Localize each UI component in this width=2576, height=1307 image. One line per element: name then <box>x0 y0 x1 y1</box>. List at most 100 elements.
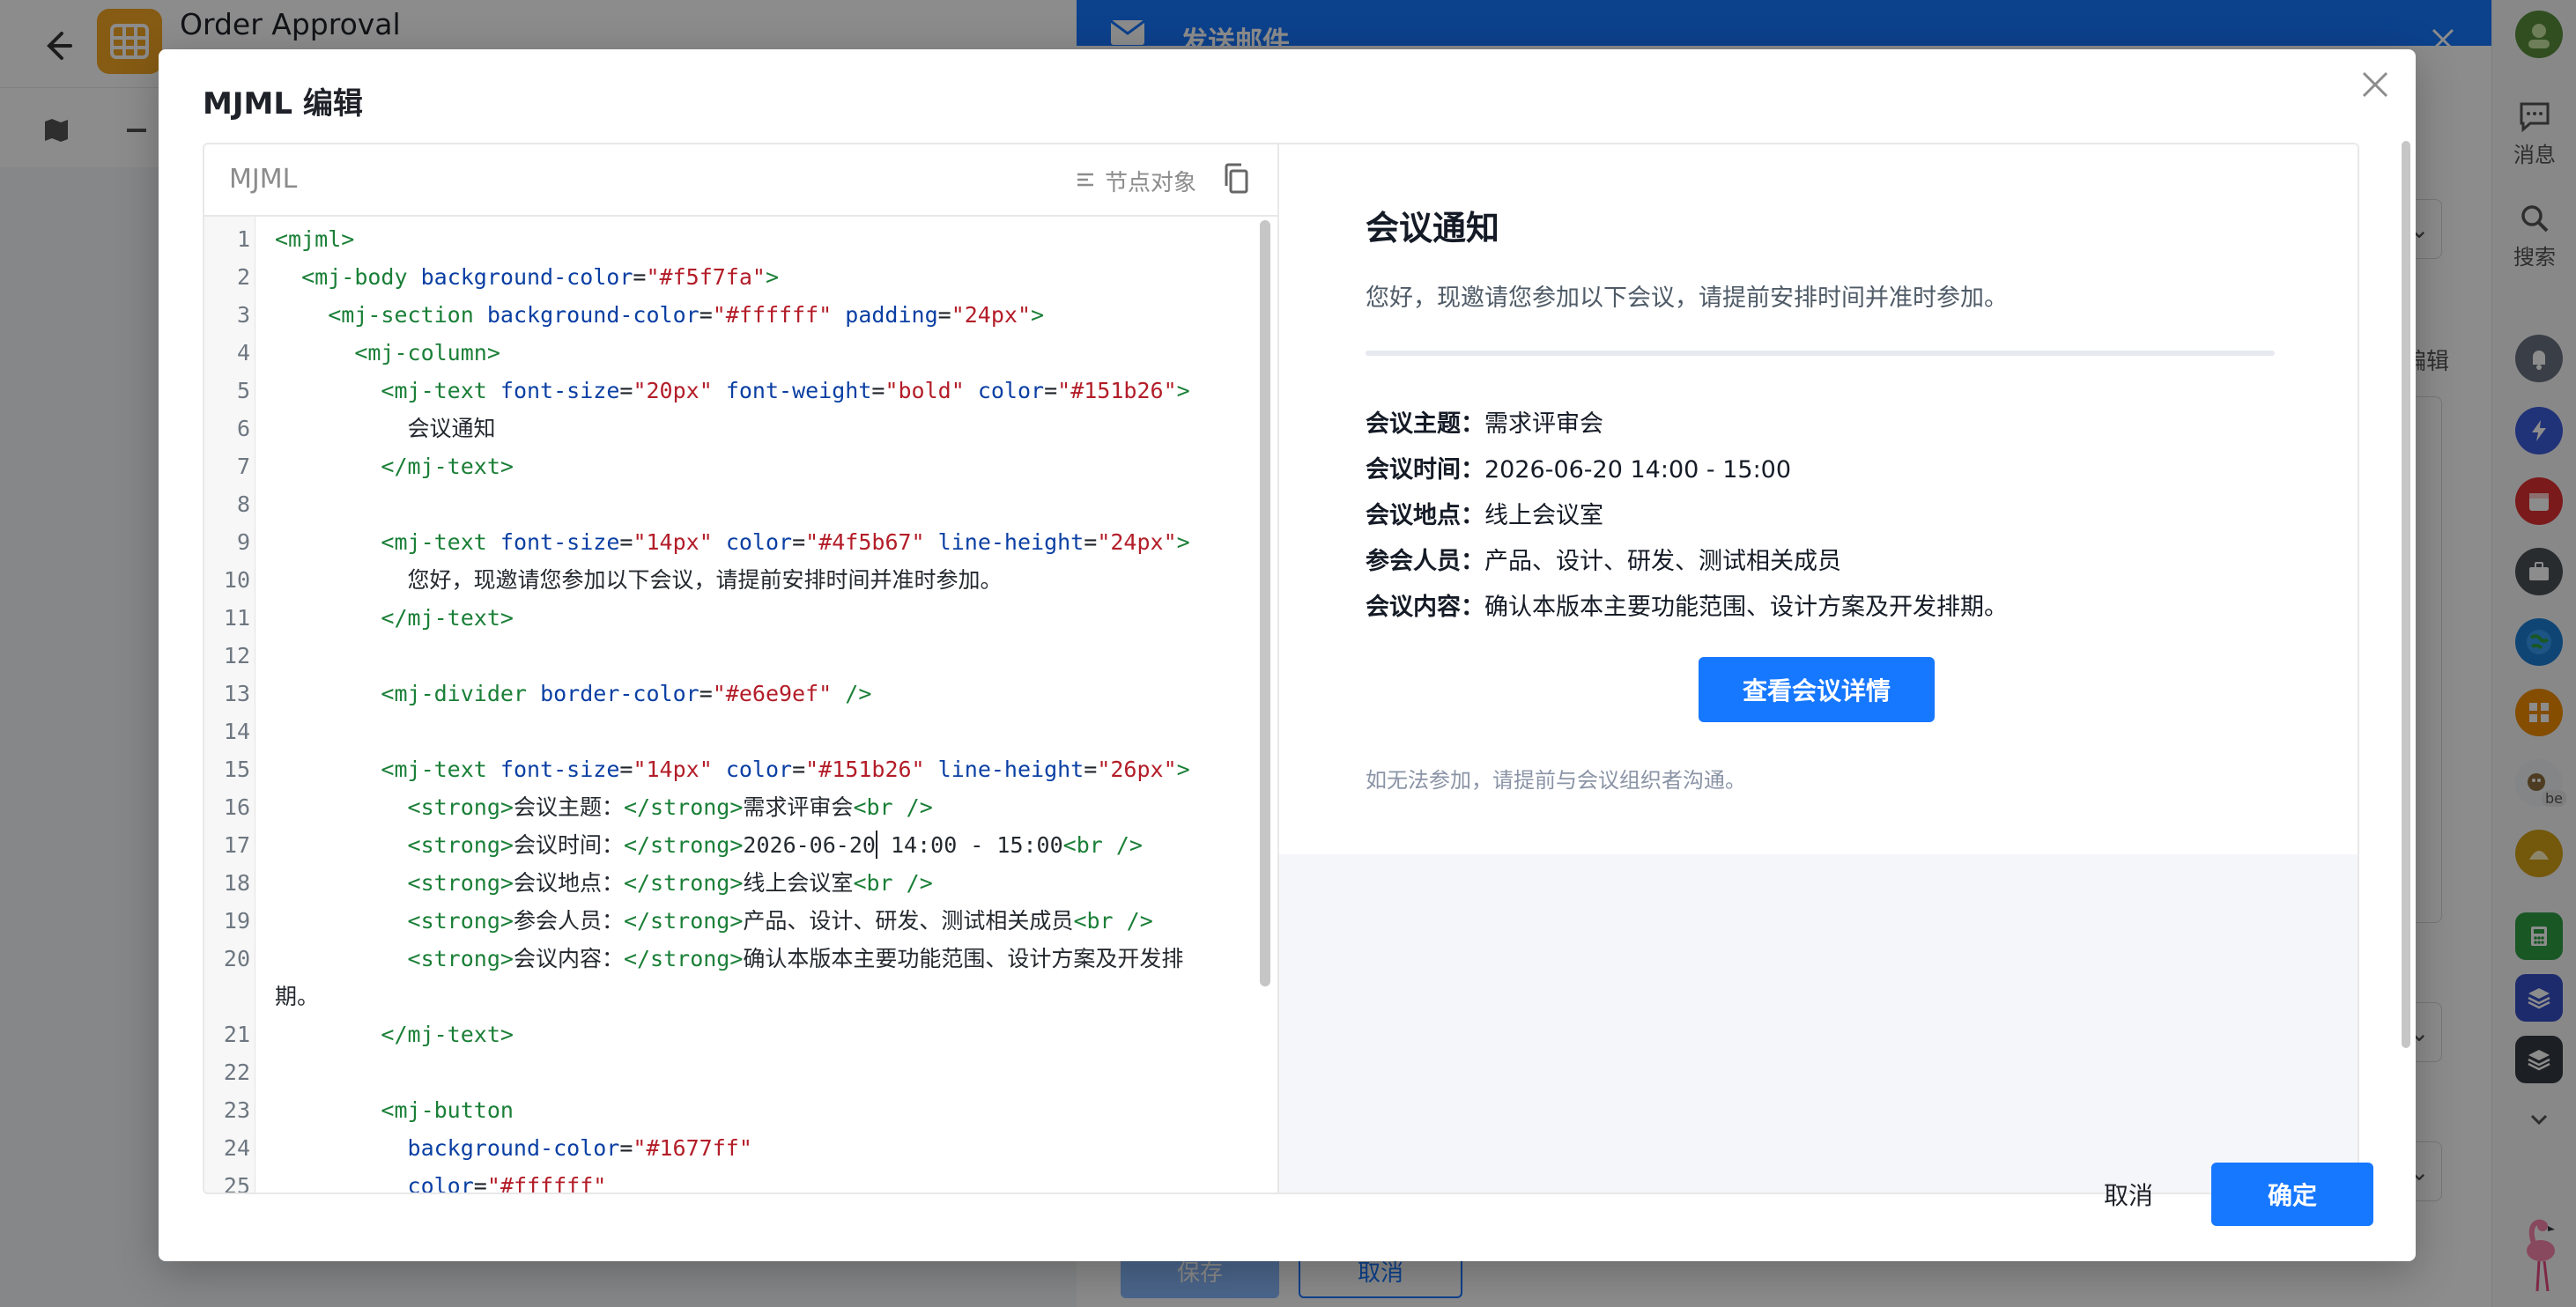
code-line[interactable]: 9 <mj-text font-size="14px" color="#4f5b… <box>204 525 1253 560</box>
preview-divider <box>1366 351 2275 356</box>
code-line[interactable]: 4 <mj-column> <box>204 336 1253 371</box>
preview-note: 如无法参加，请提前与会议组织者沟通。 <box>1366 768 1746 793</box>
detail-label: 会议地点： <box>1366 502 1484 529</box>
line-number: 14 <box>223 719 250 744</box>
code-text: <strong>会议内容：</strong>确认本版本主要功能范围、设计方案及开… <box>407 946 1184 971</box>
code-line[interactable]: 23 <mj-button <box>204 1093 1253 1128</box>
code-line[interactable]: 24 background-color="#1677ff" <box>204 1131 1253 1166</box>
code-line[interactable]: 13 <mj-divider border-color="#e6e9ef" /> <box>204 676 1253 712</box>
line-number: 17 <box>223 832 250 858</box>
code-text: <mj-button <box>381 1097 514 1123</box>
code-line[interactable]: 15 <mj-text font-size="14px" color="#151… <box>204 752 1253 787</box>
code-line[interactable]: 期。 <box>204 979 1253 1015</box>
line-number: 25 <box>223 1173 250 1194</box>
line-number: 16 <box>223 794 250 820</box>
line-number: 1 <box>236 226 250 252</box>
modal-title: MJML 编辑 <box>203 86 363 122</box>
preview-intro: 您好，现邀请您参加以下会议，请提前安排时间并准时参加。 <box>1366 284 2008 312</box>
code-line[interactable]: 3 <mj-section background-color="#ffffff"… <box>204 298 1253 333</box>
preview-title: 会议通知 <box>1366 209 1500 247</box>
line-number: 18 <box>223 870 250 896</box>
view-meeting-details-button[interactable]: 查看会议详情 <box>1699 657 1935 722</box>
detail-value: 线上会议室 <box>1484 502 1603 529</box>
code-text: </mj-text> <box>381 454 514 479</box>
preview-detail-row: 会议内容：确认本版本主要功能范围、设计方案及开发排期。 <box>1366 585 2008 631</box>
code-line[interactable]: 10 您好，现邀请您参加以下会议，请提前安排时间并准时参加。 <box>204 563 1253 598</box>
detail-value: 产品、设计、研发、测试相关成员 <box>1484 548 1841 575</box>
preview-detail-row: 会议时间：2026-06-20 14:00 - 15:00 <box>1366 447 1791 493</box>
code-line[interactable]: 19 <strong>参会人员：</strong>产品、设计、研发、测试相关成员… <box>204 904 1253 939</box>
code-line[interactable]: 22 <box>204 1055 1253 1090</box>
code-line[interactable]: 20 <strong>会议内容：</strong>确认本版本主要功能范围、设计方… <box>204 941 1253 977</box>
node-object-button[interactable]: 节点对象 <box>1075 164 1196 197</box>
code-text: <mj-text font-size="14px" color="#151b26… <box>381 757 1190 782</box>
code-line[interactable]: 25 color="#ffffff" <box>204 1169 1253 1194</box>
code-scrollbar[interactable] <box>1260 220 1270 986</box>
list-icon <box>1075 170 1096 191</box>
code-text: 会议通知 <box>407 416 496 441</box>
code-line[interactable]: 12 <box>204 639 1253 674</box>
confirm-button[interactable]: 确定 <box>2211 1163 2373 1226</box>
detail-value: 确认本版本主要功能范围、设计方案及开发排期。 <box>1484 594 2008 621</box>
code-line[interactable]: 21 </mj-text> <box>204 1017 1253 1052</box>
line-number: 5 <box>236 378 250 403</box>
line-number: 2 <box>236 264 250 290</box>
preview-detail-row: 会议地点：线上会议室 <box>1366 493 1603 539</box>
line-number: 4 <box>236 340 250 366</box>
code-text: <mj-divider border-color="#e6e9ef" /> <box>381 681 872 706</box>
line-number: 7 <box>236 454 250 479</box>
preview-card: 会议通知 您好，现邀请您参加以下会议，请提前安排时间并准时参加。 会议主题：需求… <box>1279 144 2358 854</box>
email-preview: 会议通知 您好，现邀请您参加以下会议，请提前安排时间并准时参加。 会议主题：需求… <box>1279 144 2358 1193</box>
detail-value: 需求评审会 <box>1484 410 1603 438</box>
mjml-edit-modal: MJML 编辑 MJML 节点对象 1 <mjml> 2 <mj-body ba… <box>159 49 2416 1261</box>
line-number: 20 <box>223 946 250 971</box>
code-text: <mj-section background-color="#ffffff" p… <box>328 302 1045 328</box>
detail-label: 会议时间： <box>1366 456 1484 484</box>
detail-value: 2026-06-20 14:00 - 15:00 <box>1484 456 1792 484</box>
code-line[interactable]: 1 <mjml> <box>204 222 1253 257</box>
code-text: <mjml> <box>275 226 355 252</box>
code-text: <strong>会议时间：</strong>2026-06-20 14:00 -… <box>407 831 1143 859</box>
code-text: </mj-text> <box>381 1022 514 1047</box>
code-line[interactable]: 14 <box>204 714 1253 749</box>
preview-detail-row: 参会人员：产品、设计、研发、测试相关成员 <box>1366 539 1841 585</box>
copy-icon[interactable] <box>1218 160 1255 197</box>
node-object-label: 节点对象 <box>1104 169 1196 196</box>
code-text: background-color="#1677ff" <box>407 1135 752 1161</box>
line-number: 12 <box>223 643 250 668</box>
line-number: 9 <box>236 529 250 555</box>
line-number: 21 <box>223 1022 250 1047</box>
code-line[interactable]: 18 <strong>会议地点：</strong>线上会议室<br /> <box>204 866 1253 901</box>
code-line[interactable]: 16 <strong>会议主题：</strong>需求评审会<br /> <box>204 790 1253 825</box>
code-text: <mj-text font-size="20px" font-weight="b… <box>381 378 1190 403</box>
cancel-button[interactable]: 取消 <box>2044 1163 2213 1226</box>
code-text: <strong>会议地点：</strong>线上会议室<br /> <box>407 870 933 896</box>
line-number: 11 <box>223 605 250 631</box>
line-number: 3 <box>236 302 250 328</box>
code-area[interactable]: 1 <mjml> 2 <mj-body background-color="#f5f… <box>204 217 1279 1194</box>
code-text: <strong>会议主题：</strong>需求评审会<br /> <box>407 794 933 820</box>
code-line[interactable]: 5 <mj-text font-size="20px" font-weight=… <box>204 373 1253 409</box>
code-line[interactable]: 11 </mj-text> <box>204 601 1253 636</box>
modal-close-icon[interactable] <box>2349 58 2402 111</box>
code-text: color="#ffffff" <box>407 1173 607 1194</box>
code-line[interactable]: 8 <box>204 487 1253 522</box>
line-number: 24 <box>223 1135 250 1161</box>
line-number: 23 <box>223 1097 250 1123</box>
editor-language-label: MJML <box>229 164 298 195</box>
code-line[interactable]: 6 会议通知 <box>204 411 1253 447</box>
code-line[interactable]: 2 <mj-body background-color="#f5f7fa"> <box>204 260 1253 295</box>
code-line[interactable]: 7 </mj-text> <box>204 449 1253 484</box>
modal-content: MJML 节点对象 1 <mjml> 2 <mj-body background-c… <box>203 143 2359 1194</box>
code-text: </mj-text> <box>381 605 514 631</box>
code-text: <mj-column> <box>354 340 500 366</box>
line-number: 19 <box>223 908 250 934</box>
code-text: 期。 <box>275 984 320 1009</box>
modal-scrollbar[interactable] <box>2402 141 2410 1048</box>
preview-detail-row: 会议主题：需求评审会 <box>1366 402 1603 447</box>
detail-label: 参会人员： <box>1366 548 1484 575</box>
line-number: 10 <box>223 567 250 593</box>
detail-label: 会议主题： <box>1366 410 1484 438</box>
line-number: 8 <box>236 491 250 517</box>
code-line[interactable]: 17 <strong>会议时间：</strong>2026-06-20 14:0… <box>204 828 1253 863</box>
